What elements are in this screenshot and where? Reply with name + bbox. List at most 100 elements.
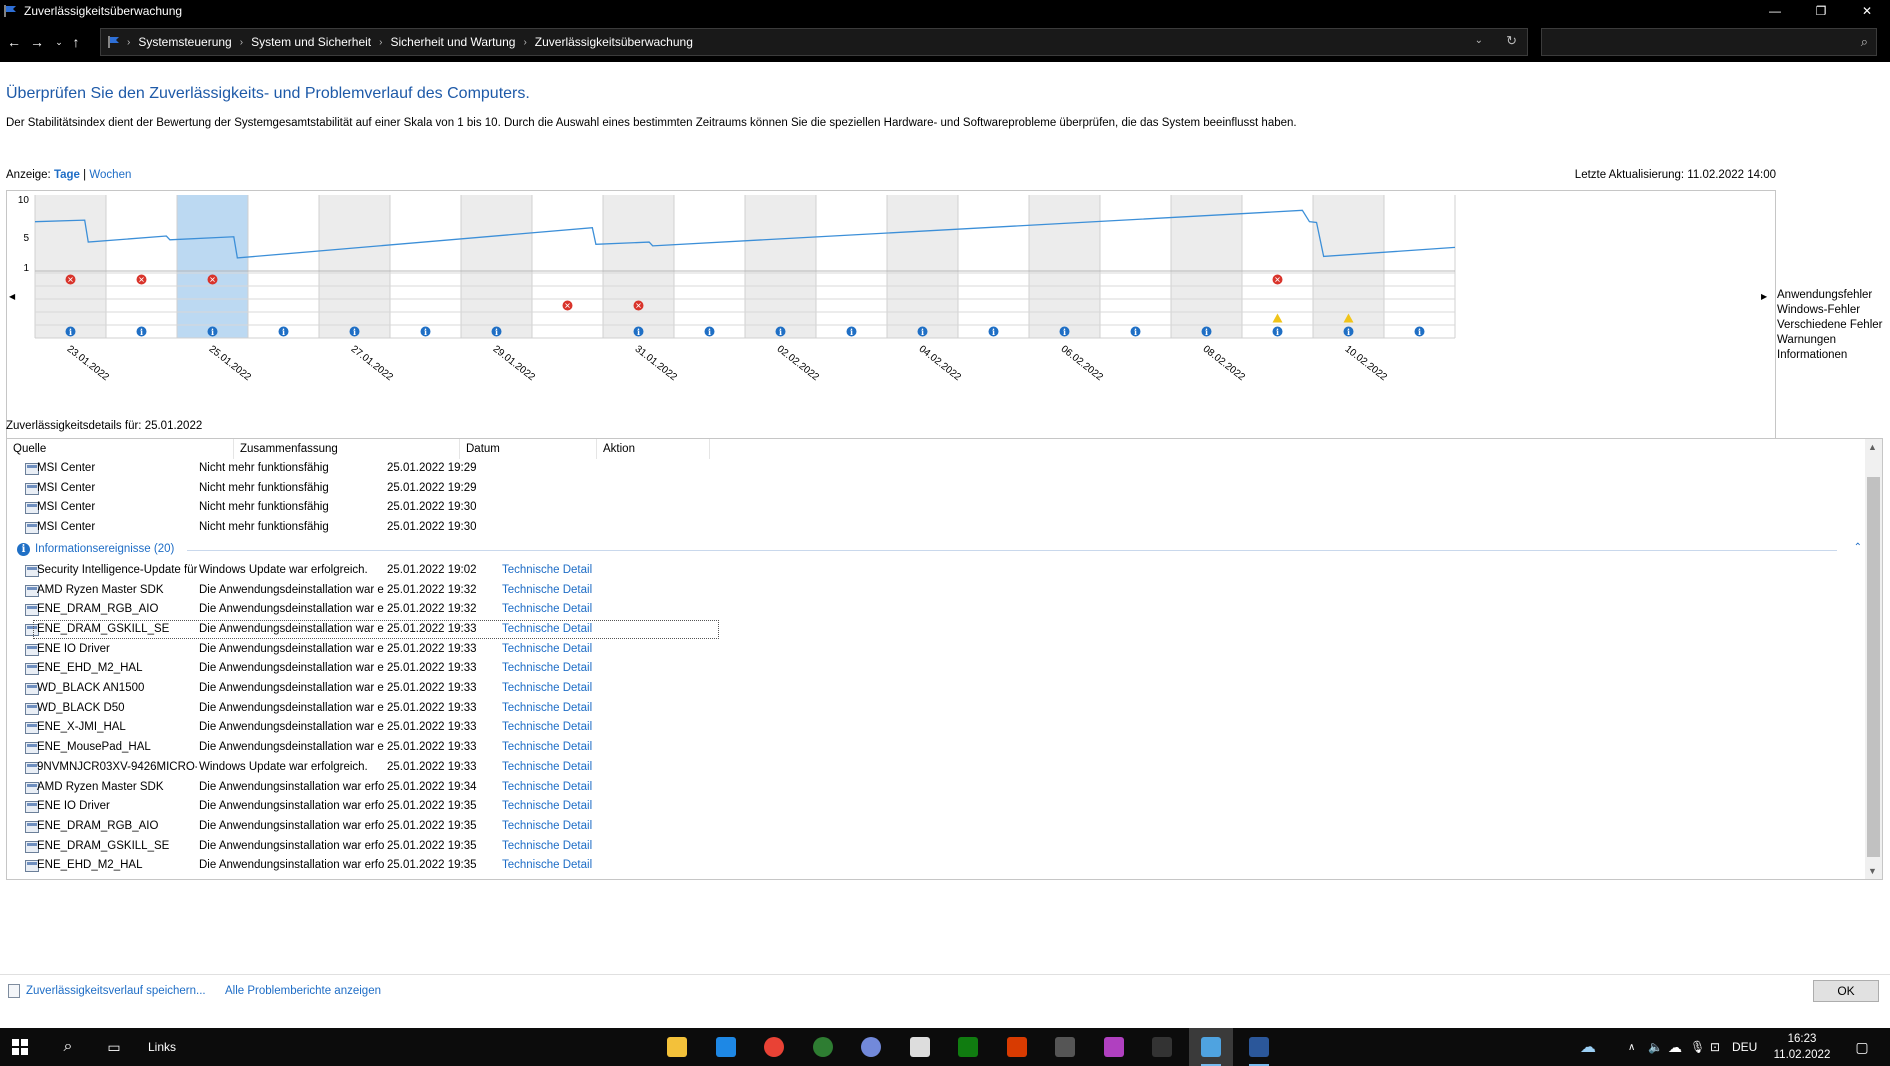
action-link[interactable]: Technische Detail...	[502, 581, 592, 601]
start-windows-icon[interactable]	[0, 1028, 40, 1066]
action-link[interactable]: Technische Detail...	[502, 758, 592, 778]
all-reports-link[interactable]: Alle Problemberichte anzeigen	[225, 985, 381, 997]
table-row[interactable]: AMD Ryzen Master SDK Die Anwendungsdeinst…	[7, 581, 1862, 601]
refresh-icon[interactable]: ↻	[1506, 33, 1517, 49]
action-link[interactable]	[502, 479, 592, 499]
control-panel-taskbar-icon[interactable]	[1188, 1028, 1233, 1066]
xbox-companion-taskbar-icon[interactable]	[801, 1028, 845, 1066]
scroll-down-icon[interactable]: ▼	[1868, 866, 1877, 876]
settings-taskbar-icon[interactable]	[898, 1028, 942, 1066]
table-row[interactable]: ENE IO Driver Die Anwendungsdeinstallatio…	[7, 640, 1862, 660]
action-link[interactable]: Technische Detail...	[502, 837, 592, 857]
forward-arrow-icon[interactable]: →	[26, 27, 48, 57]
table-row[interactable]: ENE_DRAM_RGB_AIO Die Anwendungsdeinstalla…	[7, 600, 1862, 620]
table-row[interactable]: ENE_EHD_M2_HAL Die Anwendungsdeinstallati…	[7, 659, 1862, 679]
action-link[interactable]	[502, 518, 592, 538]
chart-column[interactable]	[1029, 195, 1100, 338]
maximize-button[interactable]: ❐	[1798, 0, 1844, 22]
table-row[interactable]: MSI Center Nicht mehr funktionsfähig 25.01…	[7, 459, 1862, 479]
chart-column[interactable]	[35, 195, 106, 338]
clock[interactable]: 16:23 11.02.2022	[1764, 1031, 1840, 1063]
scroll-thumb[interactable]	[1867, 477, 1880, 857]
info-events-group-header[interactable]: i Informationsereignisse (20) ⌃	[7, 540, 1862, 560]
links-toolbar[interactable]: Links	[142, 1028, 182, 1066]
table-row[interactable]: ENE_X-JMI_HAL Die Anwendungsdeinstallatio…	[7, 718, 1862, 738]
ok-button[interactable]: OK	[1813, 980, 1879, 1002]
table-row[interactable]: WD_BLACK AN1500 Die Anwendungsdeinstallat…	[7, 679, 1862, 699]
chart-column[interactable]	[1384, 195, 1455, 338]
speaker-icon[interactable]: 🔈	[1648, 1040, 1663, 1054]
action-link[interactable]: Technische Detail...	[502, 876, 592, 879]
chart-column[interactable]	[745, 195, 816, 338]
table-row[interactable]: ENE_EHD_M2_HAL Die Anwendungsinstallation…	[7, 856, 1862, 876]
table-row[interactable]: MSI Center Nicht mehr funktionsfähig 25.01…	[7, 498, 1862, 518]
search-icon[interactable]: ⌕	[48, 1028, 88, 1066]
table-row[interactable]: ENE IO Driver Die Anwendungsinstallation …	[7, 797, 1862, 817]
table-row[interactable]: MSI Center Nicht mehr funktionsfähig 25.01…	[7, 479, 1862, 499]
chart-column[interactable]	[248, 195, 319, 338]
breadcrumb-systemsteuerung[interactable]: Systemsteuerung	[138, 35, 231, 49]
scroll-up-icon[interactable]: ▲	[1868, 442, 1877, 452]
search-input[interactable]: ⌕	[1541, 28, 1877, 56]
discord-taskbar-icon[interactable]	[849, 1028, 893, 1066]
close-button[interactable]: ✕	[1844, 0, 1890, 22]
address-dropdown-chevron-icon[interactable]: ⌄	[1475, 35, 1483, 46]
up-arrow-icon[interactable]: ↑	[65, 27, 87, 57]
table-row[interactable]: ENE_DRAM_RGB_AIO Die Anwendungsinstallati…	[7, 817, 1862, 837]
back-arrow-icon[interactable]: ←	[3, 27, 25, 57]
view-weeks-link[interactable]: Wochen	[89, 169, 131, 181]
language-indicator[interactable]: DEU	[1732, 1040, 1757, 1054]
save-history-link[interactable]: Zuverlässigkeitsverlauf speichern...	[26, 985, 206, 997]
table-row[interactable]: ENE_MousePad_HAL Die Anwendungsdeinstalla…	[7, 738, 1862, 758]
office-taskbar-icon[interactable]	[995, 1028, 1039, 1066]
stability-chart[interactable]: 10 5 1 ✕ ✕ ✕ ✕ ✕ ✕ i i i i i i i i i i i i i i i i i i i 23.01.2022 2…	[6, 190, 1776, 474]
collapse-chevron-up-icon[interactable]: ⌃	[1854, 542, 1862, 553]
table-row[interactable]: 9NVMNJCR03XV-9426MICRO-STA...Windows Upd…	[7, 758, 1862, 778]
chart-column[interactable]	[816, 195, 887, 338]
breadcrumb-sicherheit-wartung[interactable]: Sicherheit und Wartung	[390, 35, 515, 49]
chart-scroll-right-icon[interactable]: ▶	[1761, 292, 1767, 301]
task-view-icon[interactable]: ▭	[94, 1028, 134, 1066]
address-box[interactable]: › Systemsteuerung › System und Sicherhei…	[100, 28, 1528, 56]
chart-column[interactable]	[319, 195, 390, 338]
action-link[interactable]: Technische Detail...	[502, 778, 592, 798]
column-header-quelle[interactable]: Quelle	[7, 439, 234, 459]
chart-column[interactable]	[887, 195, 958, 338]
action-link[interactable]: Technische Detail...	[502, 659, 592, 679]
action-link[interactable]: Technische Detail...	[502, 718, 592, 738]
notification-center-icon[interactable]: ▢	[1842, 1028, 1882, 1066]
breadcrumb-zuverlaessigkeit[interactable]: Zuverlässigkeitsüberwachung	[535, 35, 693, 49]
action-link[interactable]: Technische Detail...	[502, 699, 592, 719]
chart-scroll-left-icon[interactable]: ◀	[9, 292, 15, 301]
xbox-taskbar-icon[interactable]	[946, 1028, 990, 1066]
chart-column[interactable]	[461, 195, 532, 338]
media-app-taskbar-icon[interactable]	[1092, 1028, 1136, 1066]
table-row[interactable]: MSI Center Nicht mehr funktionsfähig 25.01…	[7, 518, 1862, 538]
action-link[interactable]: Technische Detail...	[502, 600, 592, 620]
store-taskbar-icon[interactable]	[704, 1028, 748, 1066]
file-explorer-taskbar-icon[interactable]	[655, 1028, 699, 1066]
epic-games-taskbar-icon[interactable]	[1140, 1028, 1184, 1066]
column-header-zusammenfassung[interactable]: Zusammenfassung	[234, 439, 460, 459]
table-row[interactable]: ENE_DRAM_GSKILL_SE Die Anwendungsinstalla…	[7, 837, 1862, 857]
game-app-taskbar-icon[interactable]	[1043, 1028, 1087, 1066]
onedrive-cloud-icon[interactable]: ☁	[1580, 1037, 1596, 1057]
vertical-scrollbar[interactable]: ▲ ▼	[1865, 439, 1882, 879]
action-link[interactable]: Technische Detail...	[502, 561, 592, 581]
action-link[interactable]: Technische Detail...	[502, 738, 592, 758]
table-row[interactable]: WD_BLACK AN1500Die Anwendungsinstallatio…	[7, 876, 1862, 879]
column-header-datum[interactable]: Datum	[460, 439, 597, 459]
breadcrumb-system-sicherheit[interactable]: System und Sicherheit	[251, 35, 371, 49]
view-days-link[interactable]: Tage	[54, 169, 80, 181]
table-row[interactable]: AMD Ryzen Master SDK Die Anwendungsinstal…	[7, 778, 1862, 798]
action-link[interactable]: Technische Detail...	[502, 640, 592, 660]
chart-column[interactable]	[532, 195, 603, 338]
microphone-icon[interactable]: 🎙	[1690, 1040, 1705, 1054]
action-link[interactable]: Technische Detail...	[502, 817, 592, 837]
action-link[interactable]: Technische Detail...	[502, 856, 592, 876]
chart-column[interactable]	[958, 195, 1029, 338]
action-link[interactable]	[502, 459, 592, 479]
action-link[interactable]: Technische Detail...	[502, 797, 592, 817]
minimize-button[interactable]: —	[1752, 0, 1798, 22]
table-row[interactable]: Security Intelligence-Update für M...Win…	[7, 561, 1862, 581]
